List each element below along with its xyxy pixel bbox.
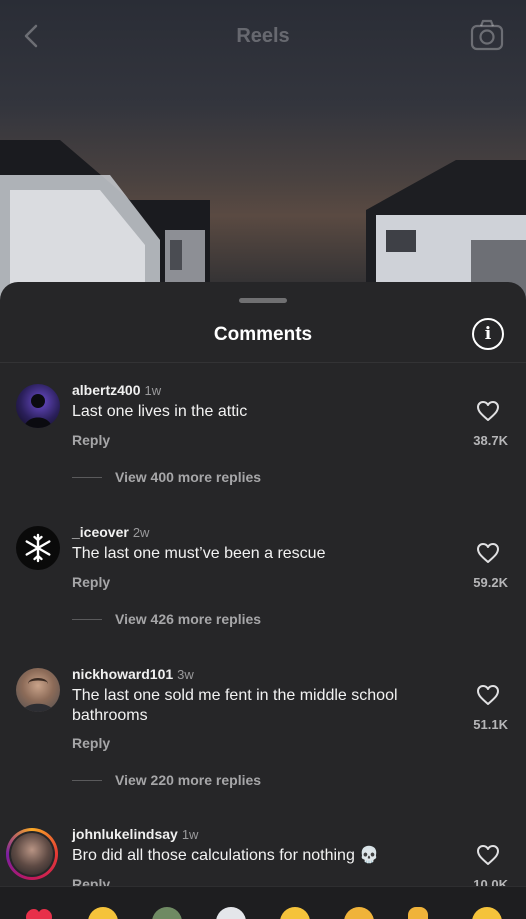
reels-title: Reels [236, 24, 290, 47]
like-count: 38.7K [473, 433, 508, 448]
crying-laughing-icon[interactable] [88, 907, 118, 919]
comment-username[interactable]: albertz400 1w [72, 382, 161, 398]
house-right-silhouette [366, 160, 526, 300]
heart-icon[interactable] [476, 400, 500, 422]
reel-video-background[interactable]: Reels [0, 0, 526, 300]
laughing-wink-icon[interactable] [280, 907, 310, 919]
comment-timestamp: 3w [177, 667, 194, 682]
red-heart-icon[interactable] [24, 907, 54, 919]
comment-username-text[interactable]: albertz400 [72, 382, 140, 398]
house-left-silhouette [0, 140, 210, 300]
cat-icon[interactable] [344, 907, 374, 919]
reply-button[interactable]: Reply [72, 735, 110, 751]
comment-text: The last one must’ve been a rescue [72, 545, 326, 562]
heart-icon[interactable] [476, 542, 500, 564]
sheet-title: Comments [213, 324, 313, 345]
comment-username-text[interactable]: johnlukelindsay [72, 826, 178, 842]
replies-divider-line [72, 619, 102, 620]
sheet-grabber-handle[interactable] [239, 298, 287, 303]
praying-hands-icon[interactable] [408, 907, 428, 919]
reels-top-bar: Reels [0, 0, 526, 72]
avatar[interactable] [16, 526, 60, 570]
emoji-reaction-bar [0, 886, 526, 919]
view-more-replies-button[interactable]: View 220 more replies [115, 772, 261, 788]
comment-text: The last one sold me fent in the middle … [72, 687, 398, 724]
comment-username[interactable]: _iceover 2w [72, 524, 149, 540]
reply-button[interactable]: Reply [72, 432, 110, 448]
reply-button[interactable]: Reply [72, 574, 110, 590]
comment-timestamp: 1w [181, 827, 199, 842]
avatar[interactable] [16, 668, 60, 712]
comment-username[interactable]: johnlukelindsay 1w [72, 826, 198, 842]
avatar[interactable] [6, 828, 58, 880]
view-more-replies-button[interactable]: View 426 more replies [115, 611, 261, 627]
replies-divider-line [72, 780, 102, 781]
comment-text: Last one lives in the attic [72, 403, 248, 420]
zombie-icon[interactable] [152, 907, 182, 919]
comment-username[interactable]: nickhoward101 3w [72, 666, 194, 682]
chevron-left-icon[interactable] [18, 22, 46, 50]
like-count: 51.1K [473, 717, 508, 732]
view-more-replies-button[interactable]: View 400 more replies [115, 469, 261, 485]
info-icon[interactable]: i [472, 318, 504, 350]
replies-divider-line [72, 477, 102, 478]
heart-icon[interactable] [476, 844, 500, 866]
crying-face-icon[interactable] [472, 907, 502, 919]
avatar[interactable] [16, 384, 60, 428]
snowflake-icon [25, 533, 51, 563]
like-count: 59.2K [473, 575, 508, 590]
comment-username-text[interactable]: nickhoward101 [72, 666, 173, 682]
sheet-divider [0, 362, 526, 363]
comments-sheet: Comments i albertz400 1w Last one lives i… [0, 282, 526, 919]
comment-username-text[interactable]: _iceover [72, 524, 129, 540]
comment-text: Bro did all those calculations for nothi… [72, 847, 380, 864]
skull-icon[interactable] [216, 907, 246, 919]
heart-icon[interactable] [476, 684, 500, 706]
comment-timestamp: 1w [144, 383, 162, 398]
camera-icon[interactable] [470, 18, 504, 52]
comment-timestamp: 2w [132, 525, 150, 540]
